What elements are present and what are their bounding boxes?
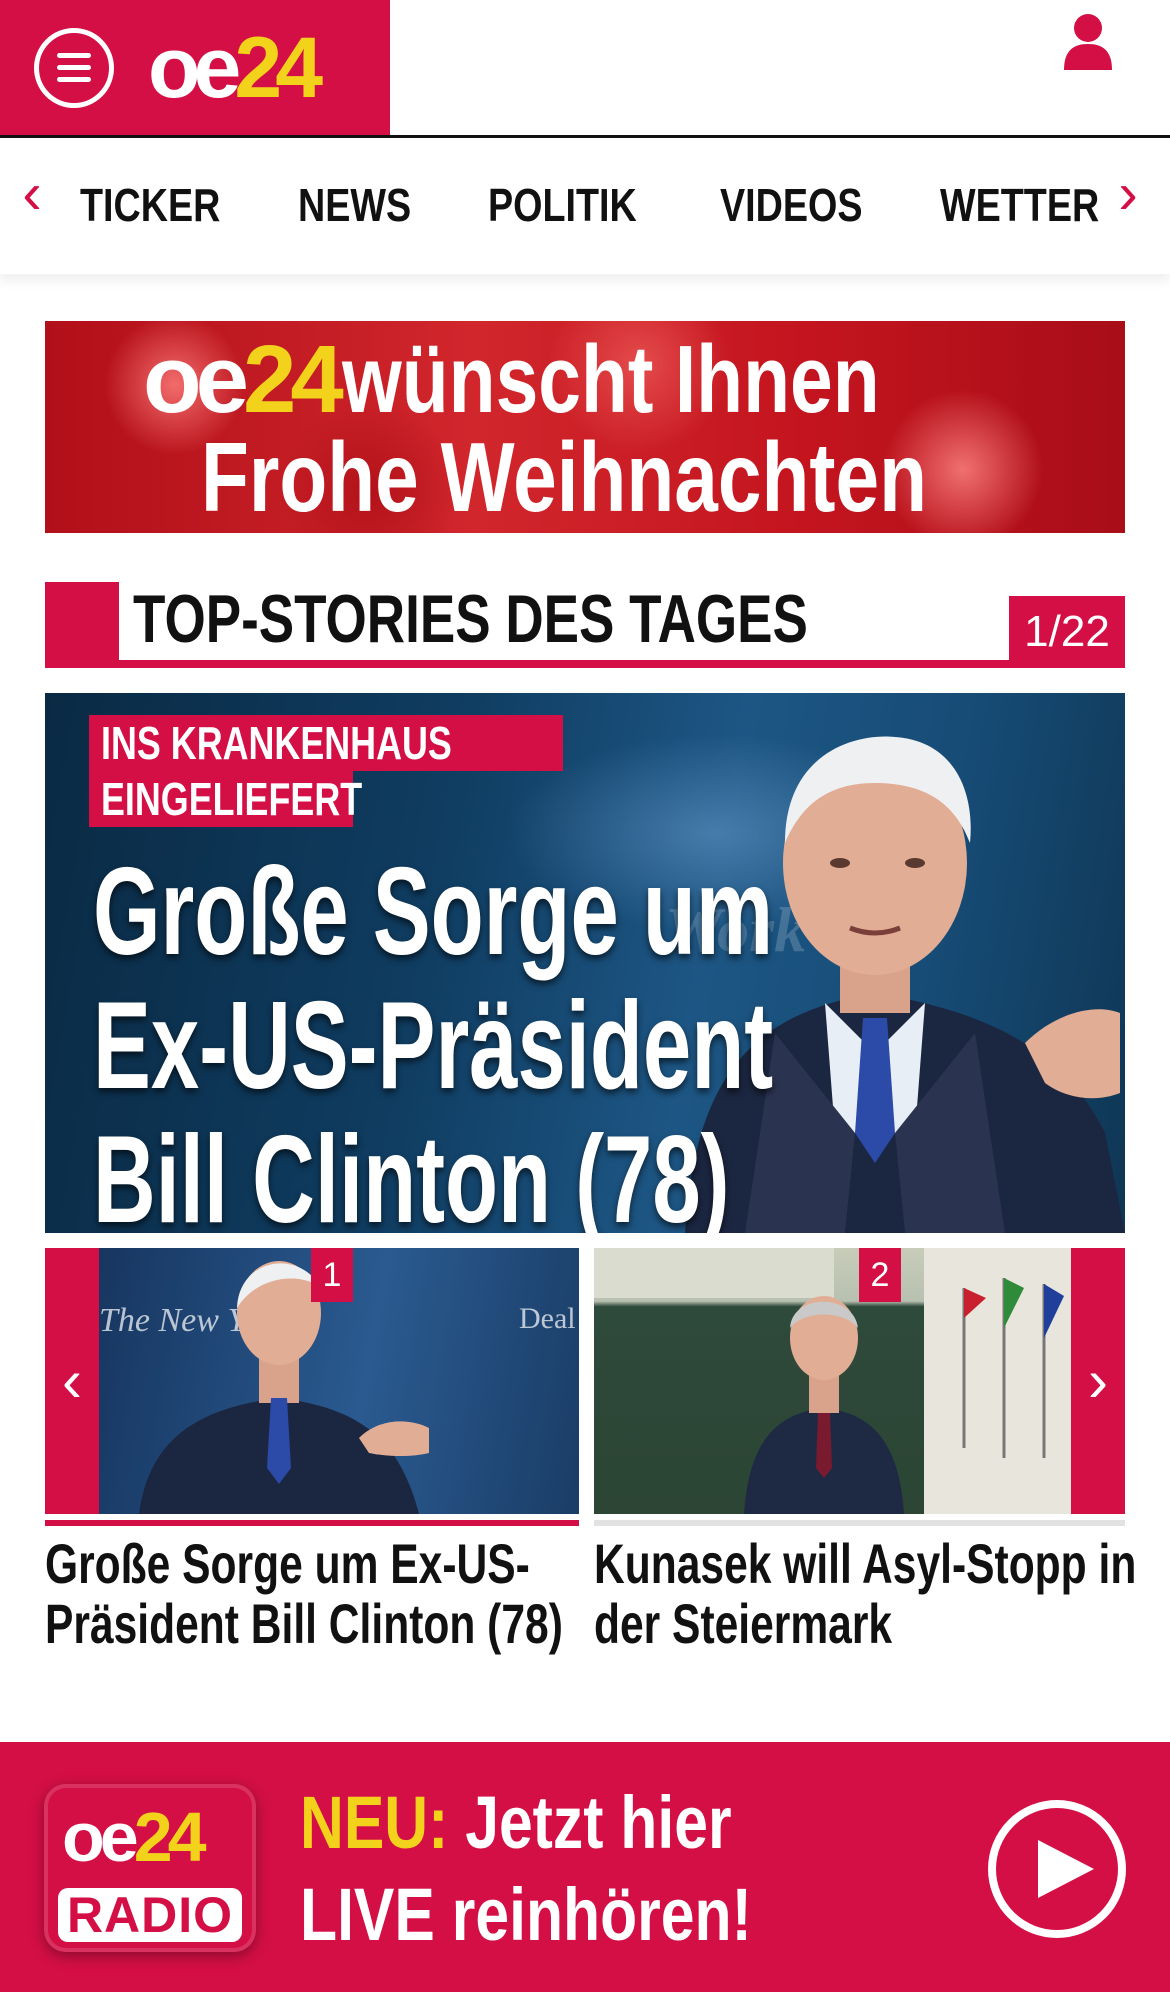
nav-item-wetter[interactable]: WETTER bbox=[940, 178, 1134, 232]
card-1-number: 1 bbox=[311, 1248, 353, 1302]
category-nav: ‹ TICKER NEWS POLITIK VIDEOS WETTER › bbox=[0, 138, 1170, 274]
hero-headline[interactable]: Große Sorge um Ex-US-Präsident Bill Clin… bbox=[93, 845, 1065, 1233]
card-1-title[interactable]: Große Sorge um Ex-US- Präsident Bill Cli… bbox=[45, 1534, 579, 1654]
logo-24: 24 bbox=[234, 20, 323, 116]
section-marker bbox=[45, 582, 119, 668]
banner-line2: Frohe Weihnachten bbox=[201, 422, 928, 532]
card-2-title[interactable]: Kunasek will Asyl-Stopp in der Steiermar… bbox=[594, 1534, 1136, 1654]
site-header: oe24 bbox=[0, 0, 1170, 138]
user-icon[interactable] bbox=[1062, 12, 1114, 72]
top-stories-header: TOP-STORIES DES TAGES 1/22 bbox=[45, 582, 1125, 668]
section-underline bbox=[45, 660, 1125, 668]
section-title: TOP-STORIES DES TAGES bbox=[133, 581, 808, 657]
radio-subline: LIVE reinhören! bbox=[300, 1873, 752, 1956]
slide-counter: 1/22 bbox=[1009, 596, 1125, 668]
logo-oe: oe bbox=[148, 20, 241, 116]
hero-badge: INS KRANKENHAUS EINGELIEFERT bbox=[89, 715, 563, 827]
nav-item-ticker[interactable]: TICKER bbox=[80, 178, 251, 232]
radio-headline: NEU: Jetzt hier bbox=[300, 1781, 732, 1864]
play-icon[interactable] bbox=[988, 1800, 1126, 1938]
banner-line1: wünscht Ihnen bbox=[342, 326, 880, 433]
card-2-bar bbox=[594, 1520, 1125, 1526]
brand-block: oe24 bbox=[0, 0, 390, 135]
nav-prev-icon[interactable]: ‹ bbox=[14, 165, 50, 223]
site-logo[interactable]: oe24 bbox=[148, 18, 323, 118]
radio-logo-label: RADIO bbox=[58, 1888, 242, 1942]
hero-story[interactable]: Work INS KRANKENHAUS EINGELIEFERT Große … bbox=[45, 693, 1125, 1233]
card-1-active-bar bbox=[45, 1520, 579, 1526]
radio-promo[interactable]: oe24 RADIO NEU: Jetzt hier LIVE reinhöre… bbox=[0, 1742, 1170, 1992]
carousel-next-icon[interactable]: › bbox=[1071, 1248, 1125, 1514]
carousel-prev-icon[interactable]: ‹ bbox=[45, 1248, 99, 1514]
banner-logo: oe24 bbox=[143, 326, 344, 433]
nav-item-news[interactable]: NEWS bbox=[298, 178, 436, 232]
hamburger-menu-icon[interactable] bbox=[34, 28, 114, 108]
nav-next-icon[interactable]: › bbox=[1110, 165, 1146, 223]
nav-item-politik[interactable]: POLITIK bbox=[488, 178, 669, 232]
card-2-image[interactable] bbox=[594, 1248, 1072, 1514]
christmas-banner[interactable]: oe24 wünscht Ihnen Frohe Weihnachten bbox=[45, 321, 1125, 533]
nav-item-videos[interactable]: VIDEOS bbox=[720, 178, 894, 232]
card-2-number: 2 bbox=[859, 1248, 901, 1302]
radio-logo: oe24 RADIO bbox=[44, 1784, 256, 1952]
story-carousel: ‹ The New York Deal 1 Große Sorge um Ex-… bbox=[45, 1248, 1136, 1668]
